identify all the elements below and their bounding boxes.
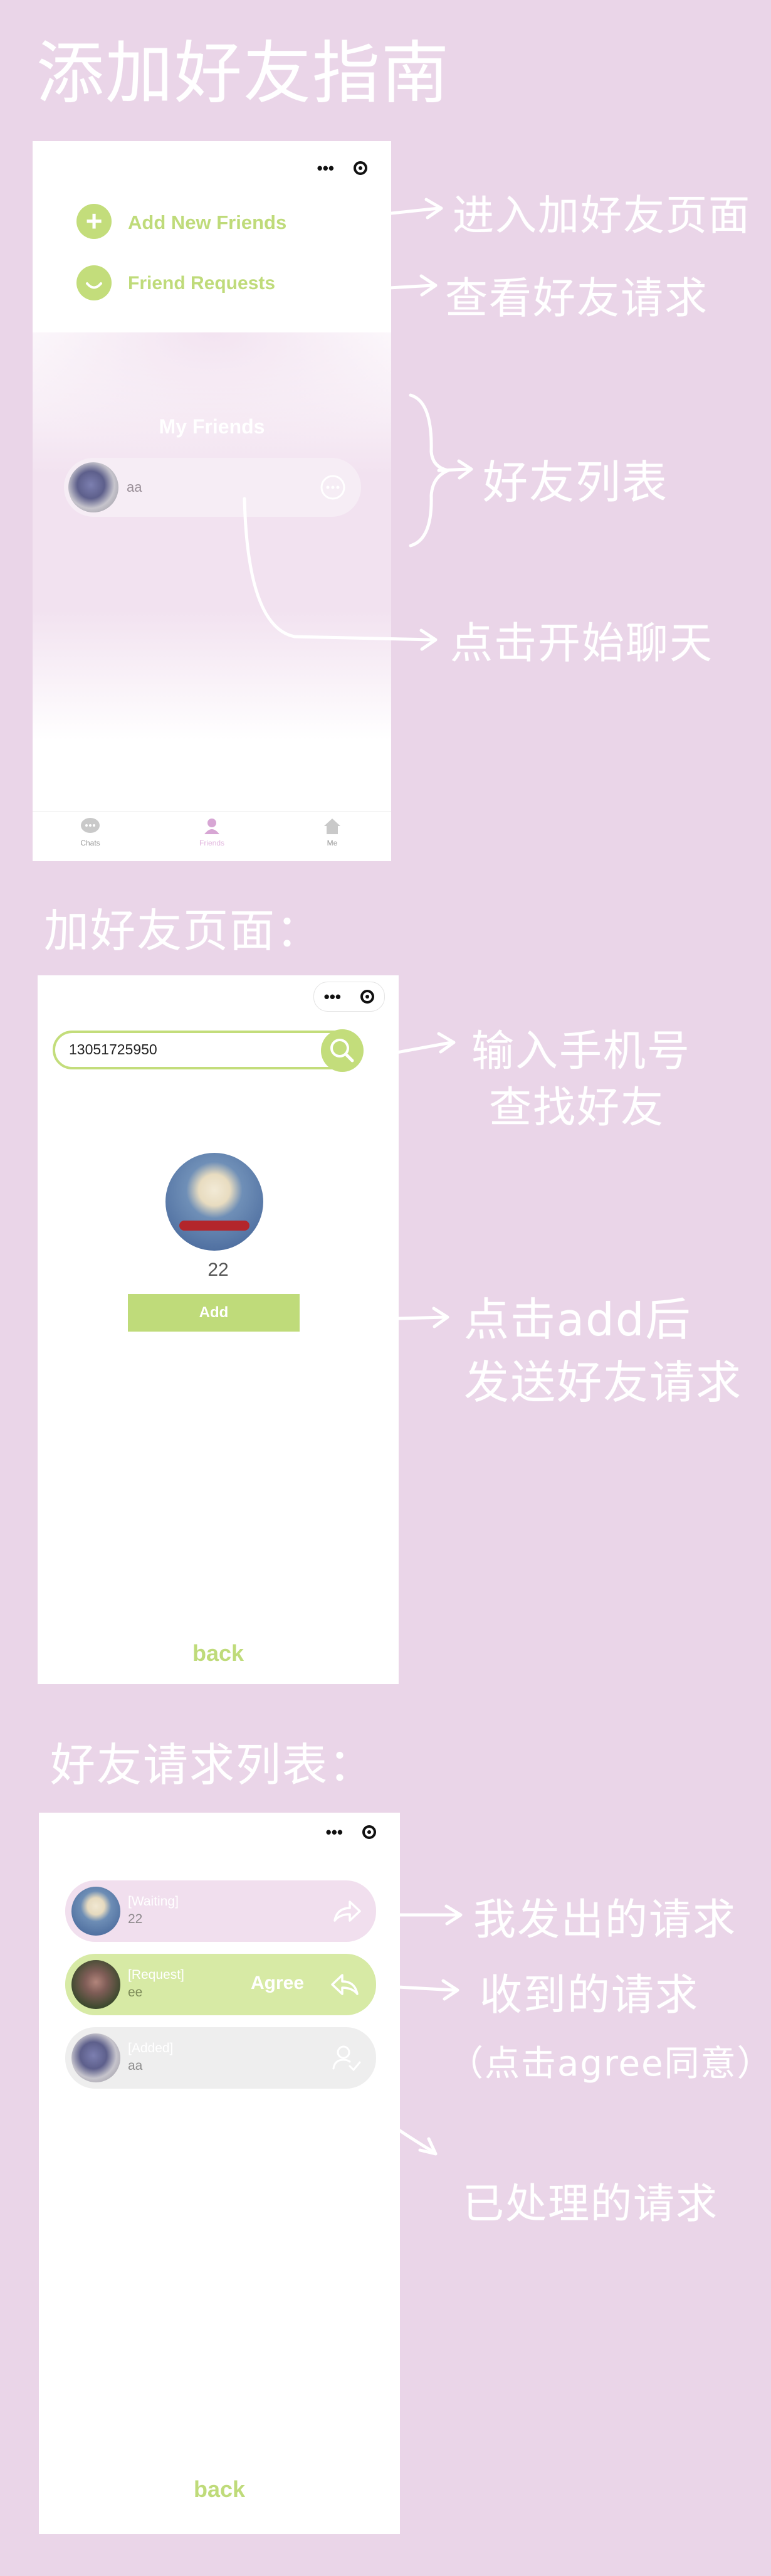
tab-me-label: Me	[327, 839, 338, 847]
menu-capsule-3[interactable]: •••	[316, 1818, 386, 1847]
note-input-line1: 输入手机号	[471, 1027, 691, 1076]
note-add-line2: 发送好友请求	[464, 1356, 743, 1409]
section3-heading: 好友请求列表：	[50, 1739, 375, 1791]
note-received-requests: 收到的请求	[480, 1971, 700, 2020]
note-input-line2: 查找好友	[489, 1083, 665, 1133]
close-mini-program-icon-3[interactable]	[362, 1825, 377, 1839]
section2-heading: 加好友页面：	[44, 904, 323, 957]
note-sent-requests: 我发出的请求	[473, 1895, 737, 1945]
home-icon	[324, 819, 340, 834]
annotation-arrows-1	[243, 198, 473, 651]
note-view-requests: 查看好友请求	[445, 274, 709, 324]
tab-bar: Chats Friends Me	[33, 811, 391, 861]
back-button[interactable]: back	[38, 1640, 399, 1667]
back-button-2[interactable]: back	[39, 2476, 400, 2503]
note-enter-add-page: 进入加好友页面	[453, 191, 751, 240]
note-add-line1: 点击add后	[464, 1293, 692, 1346]
tab-friends-label: Friends	[199, 839, 224, 847]
note-agree-hint: （点击agree同意）	[448, 2043, 771, 2084]
close-mini-program-icon-2[interactable]	[360, 990, 375, 1004]
note-friend-list: 好友列表	[483, 456, 669, 509]
note-tap-to-chat: 点击开始聊天	[450, 619, 714, 669]
note-processed-requests: 已处理的请求	[463, 2180, 718, 2228]
friends-icon	[204, 819, 219, 834]
chat-icon	[81, 818, 100, 833]
tab-friends[interactable]: Friends	[187, 817, 237, 847]
tab-me[interactable]: Me	[307, 817, 357, 847]
tab-chats[interactable]: Chats	[65, 817, 115, 847]
tab-chats-label: Chats	[80, 839, 100, 847]
more-icon-2[interactable]: •••	[324, 989, 341, 1005]
more-icon-3[interactable]: •••	[326, 1824, 343, 1840]
